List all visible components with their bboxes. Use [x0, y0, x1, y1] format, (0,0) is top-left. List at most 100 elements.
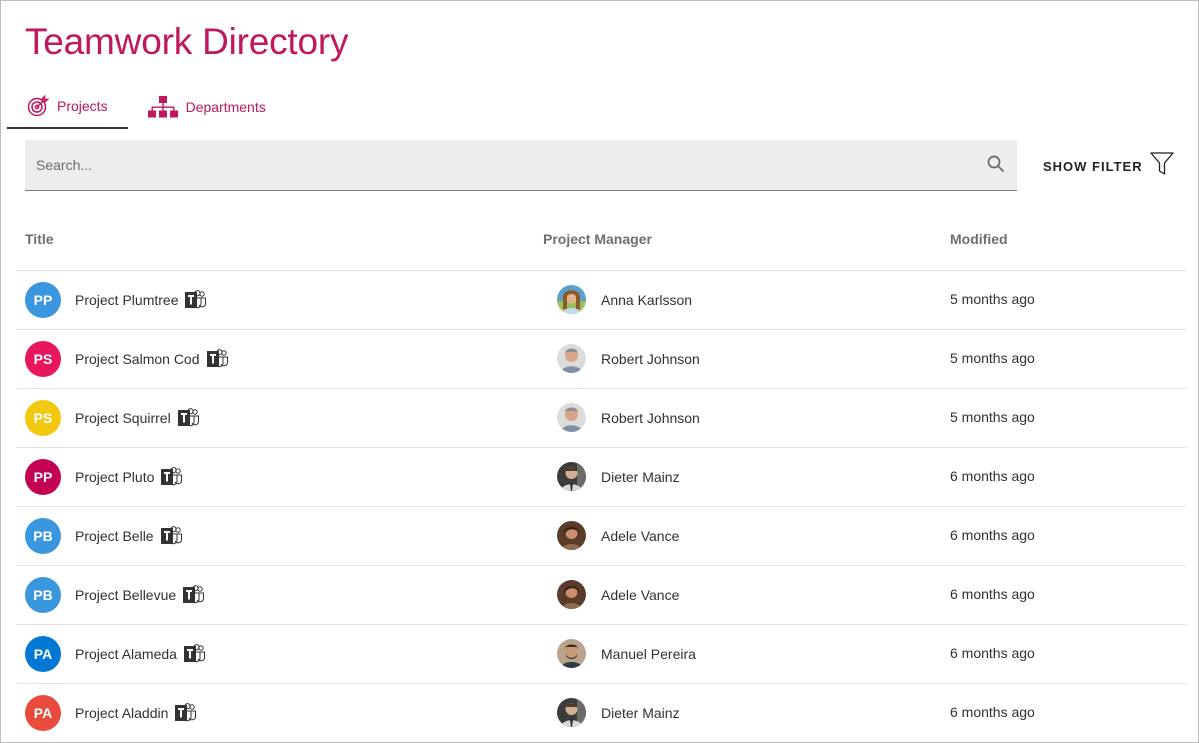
- microsoft-teams-icon[interactable]: [183, 585, 205, 605]
- search-input[interactable]: [25, 140, 965, 190]
- project-manager-cell: Robert Johnson: [557, 403, 700, 432]
- project-avatar: PB: [25, 577, 61, 613]
- project-manager-cell: Adele Vance: [557, 580, 679, 609]
- project-title-cell: Project Plumtree: [75, 290, 207, 310]
- project-title[interactable]: Project Squirrel: [75, 410, 171, 426]
- tab-bar: Projects Departments: [7, 85, 286, 131]
- microsoft-teams-icon[interactable]: [206, 349, 229, 369]
- project-initials: PS: [33, 351, 53, 367]
- manager-avatar: [557, 285, 586, 314]
- modified-date: 6 months ago: [950, 468, 1035, 484]
- table-row[interactable]: PB Project Bellevue Adele Vance 6 months…: [16, 566, 1186, 625]
- table-header: Title Project Manager Modified: [16, 217, 1186, 271]
- project-title-cell: Project Bellevue: [75, 585, 205, 605]
- project-initials: PB: [33, 528, 53, 544]
- project-title-cell: Project Pluto: [75, 467, 183, 487]
- project-initials: PA: [33, 646, 53, 662]
- project-manager-cell: Dieter Mainz: [557, 462, 680, 491]
- manager-name: Adele Vance: [601, 527, 680, 544]
- manager-name: Robert Johnson: [601, 350, 700, 367]
- modified-date: 5 months ago: [950, 291, 1035, 307]
- org-chart-icon: [147, 96, 178, 118]
- table-row[interactable]: PB Project Belle Adele Vance 6 months ag…: [16, 507, 1186, 566]
- table-row[interactable]: PS Project Squirrel Robert Johnson 5 mon…: [16, 389, 1186, 448]
- project-manager-cell: Adele Vance: [557, 521, 679, 550]
- project-manager-cell: Manuel Pereira: [557, 639, 696, 668]
- microsoft-teams-icon[interactable]: [175, 703, 197, 723]
- project-initials: PP: [33, 469, 53, 485]
- project-avatar: PB: [25, 518, 61, 554]
- column-header-title[interactable]: Title: [25, 231, 54, 247]
- manager-name: Dieter Mainz: [601, 704, 680, 721]
- project-avatar: PA: [25, 636, 61, 672]
- project-title[interactable]: Project Bellevue: [75, 587, 176, 603]
- search-box: [25, 140, 1017, 191]
- app-window: Teamwork Directory Projects Departments …: [0, 0, 1199, 743]
- show-filter-label: SHOW FILTER: [1043, 159, 1143, 174]
- project-title-cell: Project Aladdin: [75, 703, 197, 723]
- modified-date: 6 months ago: [950, 586, 1035, 602]
- project-title-cell: Project Alameda: [75, 644, 206, 664]
- manager-name: Adele Vance: [601, 586, 680, 603]
- search-icon[interactable]: [987, 155, 1005, 178]
- project-list: PP Project Plumtree Anna Karlsson 5 mont…: [16, 271, 1186, 743]
- project-title-cell: Project Squirrel: [75, 408, 200, 428]
- project-avatar: PS: [25, 341, 61, 377]
- project-avatar: PA: [25, 695, 61, 731]
- manager-name: Anna Karlsson: [601, 291, 693, 308]
- project-avatar: PS: [25, 400, 61, 436]
- manager-avatar: [557, 639, 586, 668]
- project-title-cell: Project Salmon Cod: [75, 349, 229, 369]
- project-avatar: PP: [25, 282, 61, 318]
- project-title[interactable]: Project Alameda: [75, 646, 177, 662]
- show-filter-button[interactable]: SHOW FILTER: [1043, 151, 1174, 182]
- microsoft-teams-icon[interactable]: [161, 467, 183, 487]
- manager-avatar: [557, 580, 586, 609]
- project-title[interactable]: Project Plumtree: [75, 292, 178, 308]
- tab-projects-label: Projects: [57, 98, 108, 114]
- manager-avatar: [557, 698, 586, 727]
- tab-departments[interactable]: Departments: [128, 85, 286, 129]
- tab-projects[interactable]: Projects: [7, 85, 128, 129]
- project-title-cell: Project Belle: [75, 526, 183, 546]
- table-row[interactable]: PP Project Pluto Dieter Mainz 6 months a…: [16, 448, 1186, 507]
- microsoft-teams-icon[interactable]: [183, 644, 206, 664]
- tab-departments-label: Departments: [185, 99, 266, 115]
- project-initials: PB: [33, 587, 53, 603]
- table-row[interactable]: PP Project Plumtree Anna Karlsson 5 mont…: [16, 271, 1186, 330]
- manager-name: Robert Johnson: [601, 409, 700, 426]
- modified-date: 6 months ago: [950, 704, 1035, 720]
- project-title[interactable]: Project Pluto: [75, 469, 154, 485]
- manager-avatar: [557, 344, 586, 373]
- project-manager-cell: Robert Johnson: [557, 344, 700, 373]
- project-initials: PP: [33, 292, 53, 308]
- column-header-project-manager[interactable]: Project Manager: [543, 231, 652, 247]
- table-row[interactable]: PA Project Alameda Manuel Pereira 6 mont…: [16, 625, 1186, 684]
- modified-date: 6 months ago: [950, 645, 1035, 661]
- modified-date: 5 months ago: [950, 409, 1035, 425]
- manager-name: Manuel Pereira: [601, 645, 696, 662]
- modified-date: 5 months ago: [950, 350, 1035, 366]
- manager-avatar: [557, 462, 586, 491]
- project-title[interactable]: Project Aladdin: [75, 705, 168, 721]
- table-row[interactable]: PS Project Salmon Cod Robert Johnson 5 m…: [16, 330, 1186, 389]
- microsoft-teams-icon[interactable]: [160, 526, 183, 546]
- microsoft-teams-icon[interactable]: [185, 290, 207, 310]
- manager-avatar: [557, 521, 586, 550]
- table-row[interactable]: PA Project Aladdin Dieter Mainz 6 months…: [16, 684, 1186, 743]
- page-title: Teamwork Directory: [25, 21, 349, 62]
- column-header-modified[interactable]: Modified: [950, 231, 1008, 247]
- project-initials: PA: [33, 705, 53, 721]
- project-manager-cell: Anna Karlsson: [557, 285, 692, 314]
- target-icon: [27, 95, 49, 117]
- filter-icon: [1149, 151, 1174, 182]
- manager-avatar: [557, 403, 586, 432]
- modified-date: 6 months ago: [950, 527, 1035, 543]
- manager-name: Dieter Mainz: [601, 468, 680, 485]
- project-initials: PS: [33, 410, 53, 426]
- project-avatar: PP: [25, 459, 61, 495]
- project-title[interactable]: Project Salmon Cod: [75, 351, 200, 367]
- microsoft-teams-icon[interactable]: [177, 408, 200, 428]
- project-title[interactable]: Project Belle: [75, 528, 154, 544]
- project-manager-cell: Dieter Mainz: [557, 698, 680, 727]
